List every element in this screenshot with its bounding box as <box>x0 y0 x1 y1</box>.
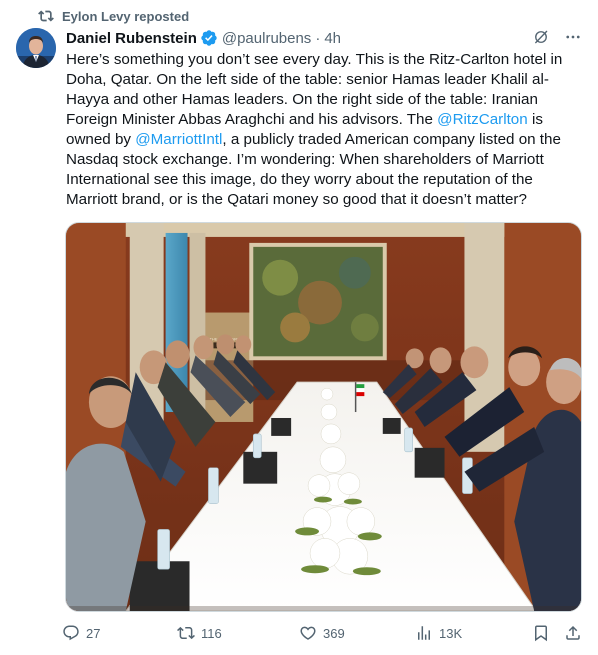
mention-ritzcarlton[interactable]: @RitzCarlton <box>437 111 528 128</box>
reply-button[interactable]: 27 <box>62 622 100 644</box>
retweet-count: 116 <box>201 625 222 641</box>
tweet-card[interactable]: Eylon Levy reposted Daniel Rubenstein @p… <box>0 0 598 655</box>
tweet-timestamp[interactable]: 4h <box>324 30 341 47</box>
like-icon <box>300 626 316 640</box>
reply-count: 27 <box>86 625 101 641</box>
grok-icon[interactable] <box>532 28 550 46</box>
verified-badge-icon[interactable] <box>200 29 218 47</box>
retweet-button[interactable]: 116 <box>177 622 222 644</box>
like-button[interactable]: 369 <box>299 622 345 644</box>
views-button[interactable]: 13K <box>415 622 462 644</box>
repost-icon <box>38 10 54 22</box>
share-icon <box>566 625 580 640</box>
reply-icon <box>63 625 79 641</box>
header-actions <box>532 28 582 46</box>
retweet-icon <box>177 626 195 640</box>
tweet-action-bar: 27 116 369 13K <box>62 622 584 644</box>
mention-marriottintl[interactable]: @MarriottIntl <box>135 131 222 148</box>
author-handle[interactable]: @paulrubens <box>222 30 311 47</box>
author-display-name[interactable]: Daniel Rubenstein <box>66 30 197 47</box>
meeting-room-photo: THE RITZ-CARLTON <box>66 223 581 611</box>
separator-dot: · <box>315 29 321 47</box>
tweet-media-photo[interactable]: THE RITZ-CARLTON <box>65 222 582 612</box>
avatar-photo <box>16 28 56 68</box>
repost-label[interactable]: Eylon Levy reposted <box>62 9 189 24</box>
tweet-header: Daniel Rubenstein @paulrubens · 4h <box>66 28 582 48</box>
bookmark-icon <box>535 625 547 642</box>
avatar[interactable] <box>16 28 56 68</box>
repost-indicator: Eylon Levy reposted <box>38 7 189 25</box>
share-button[interactable] <box>564 622 582 644</box>
views-icon <box>418 626 430 640</box>
more-icon[interactable] <box>564 28 582 46</box>
tweet-text: Here’s something you don’t see every day… <box>66 50 586 210</box>
views-count: 13K <box>439 625 463 641</box>
bookmark-button[interactable] <box>532 622 550 644</box>
like-count: 369 <box>323 625 345 641</box>
